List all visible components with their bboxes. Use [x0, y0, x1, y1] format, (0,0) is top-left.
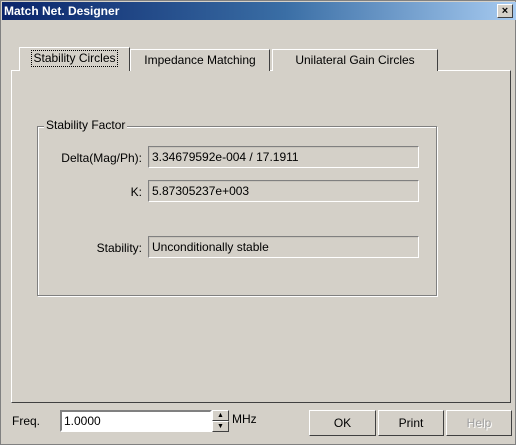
frequency-label: Freq. [12, 414, 41, 428]
ok-button[interactable]: OK [309, 410, 376, 436]
print-button[interactable]: Print [378, 410, 444, 436]
close-button[interactable]: × [497, 4, 513, 18]
close-icon: × [501, 5, 509, 17]
tab-impedance-matching-label: Impedance Matching [144, 53, 256, 67]
tab-unilateral-gain-circles[interactable]: Unilateral Gain Circles [272, 49, 438, 71]
frequency-input[interactable]: 1.0000 [60, 410, 212, 432]
stability-value-field: Unconditionally stable [148, 236, 419, 258]
group-title: Stability Factor [44, 118, 128, 132]
stability-label: Stability: [96, 241, 142, 255]
tab-stability-circles-label: Stability Circles [31, 50, 118, 67]
help-button[interactable]: Help [446, 410, 512, 436]
k-label: K: [130, 185, 142, 199]
tab-unilateral-gain-circles-label: Unilateral Gain Circles [295, 53, 415, 67]
k-value-field: 5.87305237e+003 [148, 180, 419, 202]
frequency-units: MHz [232, 412, 257, 426]
spin-down-icon[interactable]: ▼ [212, 421, 229, 432]
tab-stability-circles[interactable]: Stability Circles [19, 47, 130, 71]
tab-impedance-matching[interactable]: Impedance Matching [130, 49, 270, 71]
delta-label: Delta(Mag/Ph): [61, 151, 142, 165]
title-bar[interactable]: Match Net. Designer × [2, 2, 516, 20]
window-title: Match Net. Designer [4, 4, 120, 18]
frequency-spinner[interactable]: ▲ ▼ [212, 410, 229, 432]
delta-value-field: 3.34679592e-004 / 17.1911 [148, 146, 419, 168]
spin-up-icon[interactable]: ▲ [212, 410, 229, 421]
